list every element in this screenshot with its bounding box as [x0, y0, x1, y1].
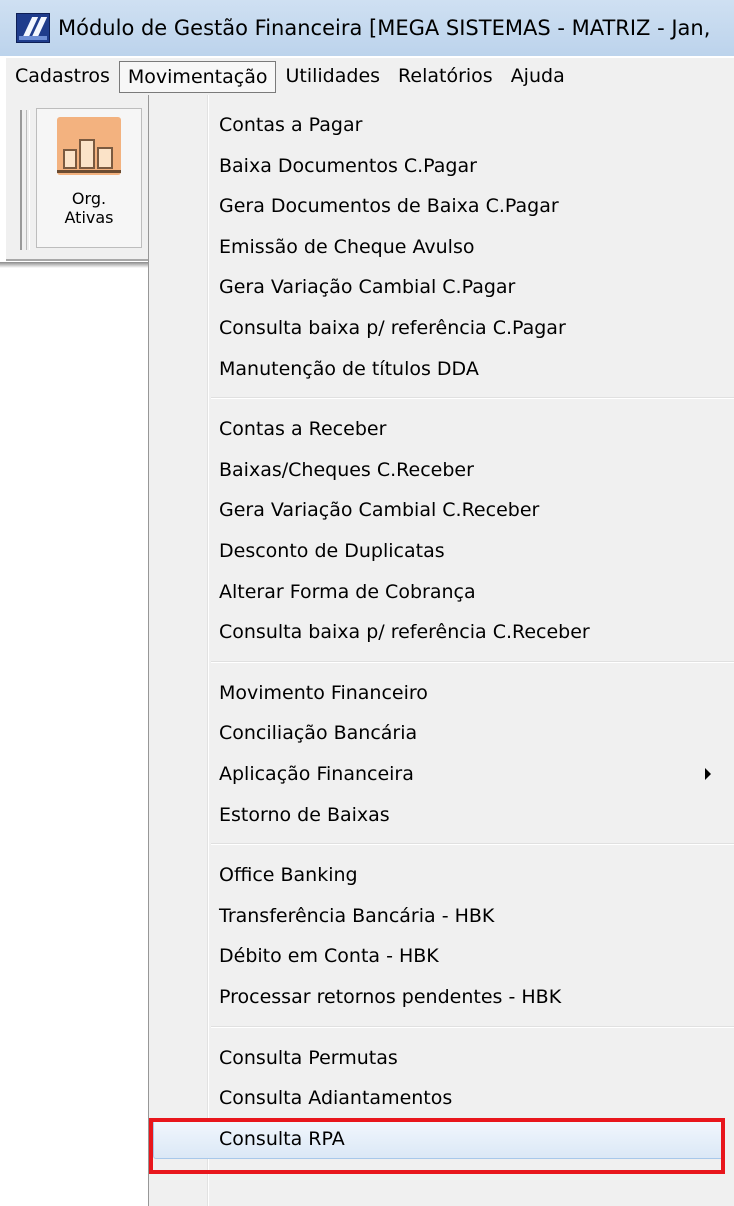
org-buildings-icon: [57, 117, 121, 175]
menu-item-consulta-baixa-p-referencia-c-pagar[interactable]: Consulta baixa p/ referência C.Pagar: [219, 308, 566, 348]
window-shadow: [0, 262, 148, 268]
menu-item-estorno-de-baixas[interactable]: Estorno de Baixas: [219, 795, 390, 835]
menu-item-emissao-de-cheque-avulso[interactable]: Emissão de Cheque Avulso: [219, 227, 475, 267]
menu-separator: [211, 1025, 734, 1028]
menu-item-alterar-forma-de-cobranca[interactable]: Alterar Forma de Cobrança: [219, 572, 476, 612]
menu-item-conciliacao-bancaria[interactable]: Conciliação Bancária: [219, 713, 417, 753]
window-title: Módulo de Gestão Financeira [MEGA SISTEM…: [58, 16, 711, 40]
menu-item-debito-em-conta-hbk[interactable]: Débito em Conta - HBK: [219, 936, 439, 976]
menu-separator: [211, 660, 734, 663]
org-ativas-label-line2: Ativas: [64, 208, 114, 227]
menu-relatorios[interactable]: Relatórios: [389, 61, 502, 93]
menu-item-processar-retornos-pendentes-hbk[interactable]: Processar retornos pendentes - HBK: [219, 977, 561, 1017]
org-ativas-button[interactable]: Org. Ativas: [36, 108, 142, 248]
annotation-highlight-box: [149, 1118, 725, 1174]
menu-item-movimento-financeiro[interactable]: Movimento Financeiro: [219, 673, 428, 713]
menu-item-baixas-cheques-c-receber[interactable]: Baixas/Cheques C.Receber: [219, 450, 474, 490]
menu-utilidades[interactable]: Utilidades: [276, 61, 389, 93]
menu-cadastros[interactable]: Cadastros: [6, 61, 119, 93]
menu-item-desconto-de-duplicatas[interactable]: Desconto de Duplicatas: [219, 531, 445, 571]
menu-bar: Cadastros Movimentação Utilidades Relató…: [6, 57, 734, 95]
menu-item-gera-variacao-cambial-c-receber[interactable]: Gera Variação Cambial C.Receber: [219, 490, 539, 530]
menu-item-gera-variacao-cambial-c-pagar[interactable]: Gera Variação Cambial C.Pagar: [219, 267, 515, 307]
menu-item-contas-a-receber[interactable]: Contas a Receber: [219, 409, 386, 449]
menu-movimentacao[interactable]: Movimentação: [118, 60, 277, 93]
menu-icon-gutter: [207, 95, 209, 1206]
submenu-arrow-icon: [705, 768, 711, 780]
menu-item-office-banking[interactable]: Office Banking: [219, 855, 358, 895]
menu-separator: [211, 843, 734, 846]
menu-item-contas-a-pagar[interactable]: Contas a Pagar: [219, 105, 362, 145]
menu-item-gera-documentos-de-baixa-c-pagar[interactable]: Gera Documentos de Baixa C.Pagar: [219, 186, 559, 226]
menu-item-transferencia-bancaria-hbk[interactable]: Transferência Bancária - HBK: [219, 896, 494, 936]
menu-separator: [211, 397, 734, 400]
mega-app-icon: [16, 13, 50, 43]
menu-item-aplicacao-financeira[interactable]: Aplicação Financeira: [219, 754, 414, 794]
menu-ajuda[interactable]: Ajuda: [502, 61, 574, 93]
menu-item-consulta-baixa-p-referencia-c-receber[interactable]: Consulta baixa p/ referência C.Receber: [219, 612, 590, 652]
org-ativas-label-line1: Org.: [71, 189, 107, 208]
menu-item-consulta-adiantamentos[interactable]: Consulta Adiantamentos: [219, 1078, 452, 1118]
toolbar-grip-line: [26, 110, 30, 250]
menu-item-baixa-documentos-c-pagar[interactable]: Baixa Documentos C.Pagar: [219, 146, 477, 186]
window-titlebar: Módulo de Gestão Financeira [MEGA SISTEM…: [0, 0, 734, 56]
menu-item-consulta-permutas[interactable]: Consulta Permutas: [219, 1038, 398, 1078]
menu-item-manutencao-de-titulos-dda[interactable]: Manutenção de títulos DDA: [219, 349, 479, 389]
movimentacao-dropdown: Contas a Pagar Baixa Documentos C.Pagar Ge…: [148, 95, 734, 1206]
